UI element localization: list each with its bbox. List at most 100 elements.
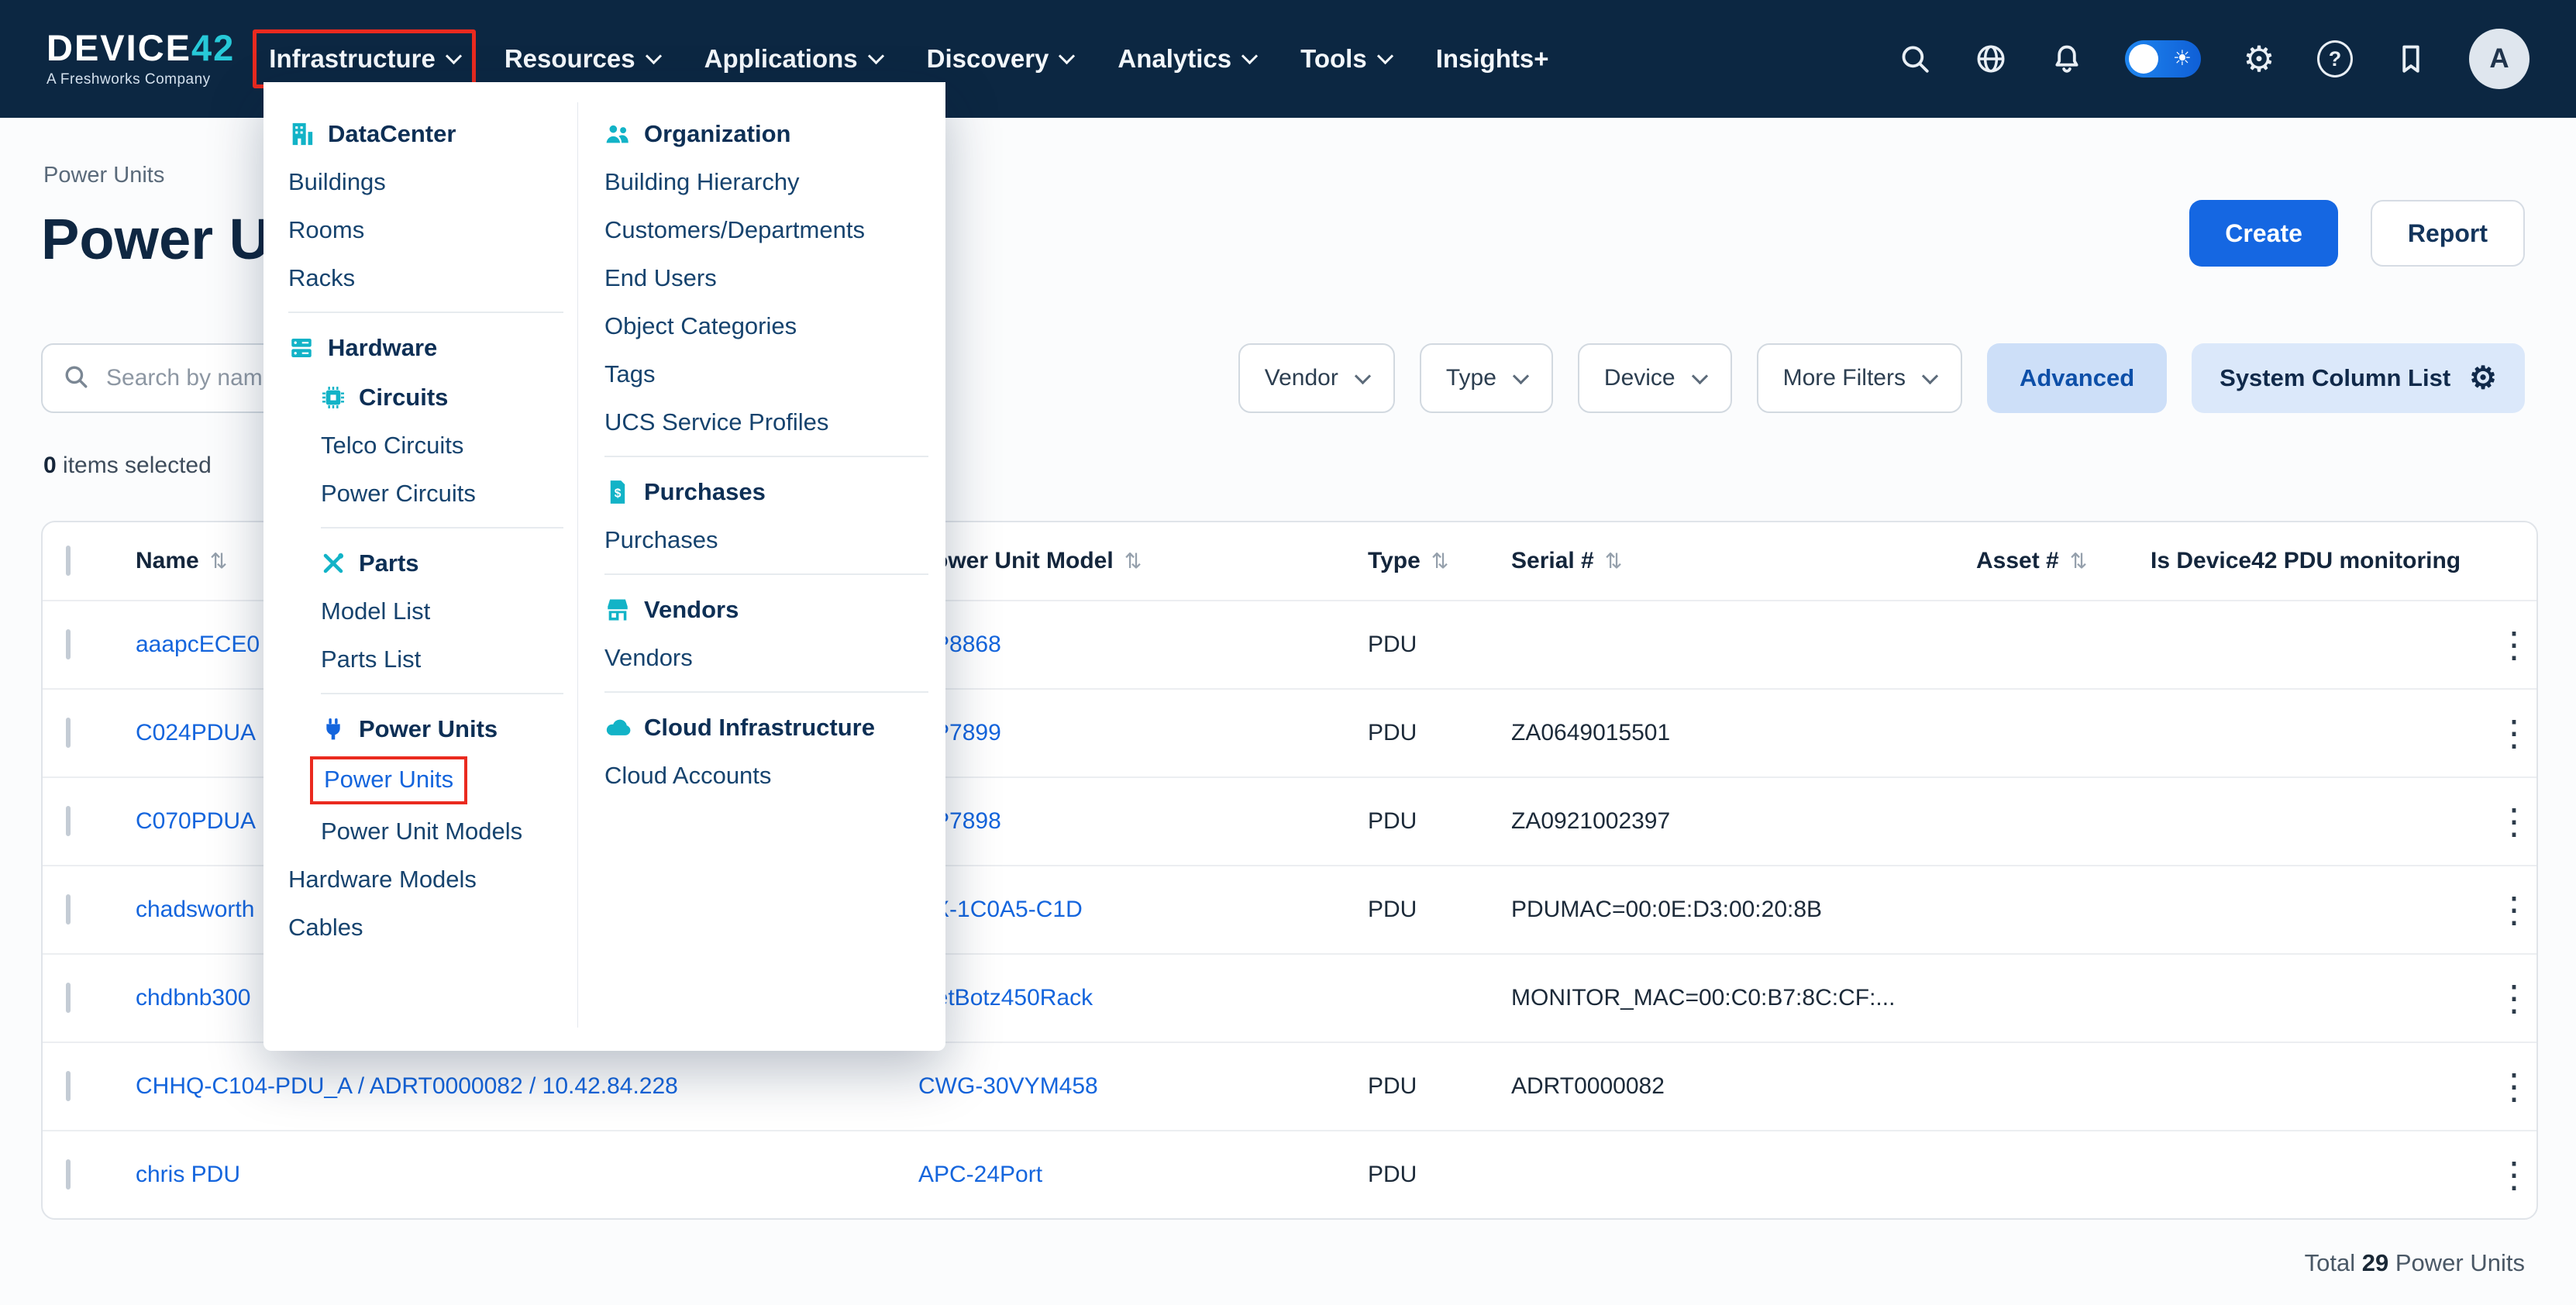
toggle-knob: [2129, 44, 2158, 74]
sort-icon[interactable]: ⇅: [1431, 549, 1449, 573]
menu-header-organization: Organization: [604, 108, 928, 158]
row-actions-kebab[interactable]: ⋮: [2496, 804, 2532, 839]
bookmark-icon[interactable]: [2393, 41, 2429, 77]
theme-toggle[interactable]: ☀: [2125, 40, 2201, 77]
nav-item-discovery[interactable]: Discovery: [927, 44, 1073, 74]
row-actions-kebab[interactable]: ⋮: [2496, 1157, 2532, 1193]
more-filters-select[interactable]: More Filters: [1757, 343, 1962, 413]
globe-icon[interactable]: [1973, 41, 2009, 77]
row-actions-kebab[interactable]: ⋮: [2496, 980, 2532, 1016]
row-checkbox[interactable]: [66, 629, 71, 659]
menu-item-purchases[interactable]: Purchases: [604, 516, 928, 564]
advanced-button[interactable]: Advanced: [1987, 343, 2167, 413]
sort-icon[interactable]: ⇅: [1124, 549, 1142, 573]
sort-icon[interactable]: ⇅: [2070, 549, 2088, 573]
select-all-checkbox[interactable]: [66, 546, 71, 576]
row-checkbox[interactable]: [66, 1071, 71, 1101]
vendor-filter-select[interactable]: Vendor: [1238, 343, 1395, 413]
menu-item-ucs-service-profiles[interactable]: UCS Service Profiles: [604, 398, 928, 446]
nav-item-tools[interactable]: Tools: [1300, 44, 1391, 74]
menu-item-model-list[interactable]: Model List: [321, 587, 563, 635]
serial-cell: ZA0649015501: [1511, 720, 1976, 746]
circuit-chip-icon: [321, 385, 346, 410]
sort-icon[interactable]: ⇅: [210, 549, 228, 573]
power-unit-model-link[interactable]: CWG-30VYM458: [918, 1073, 1098, 1099]
power-unit-name-link[interactable]: chris PDU: [136, 1162, 240, 1187]
menu-item-end-users[interactable]: End Users: [604, 254, 928, 302]
menu-item-power-unit-models[interactable]: Power Unit Models: [321, 807, 563, 856]
row-checkbox[interactable]: [66, 983, 71, 1013]
menu-header-purchases: $ Purchases: [604, 467, 928, 516]
menu-item-tags[interactable]: Tags: [604, 350, 928, 398]
menu-item-buildings[interactable]: Buildings: [288, 158, 563, 206]
chevron-down-icon: [1513, 367, 1529, 384]
power-unit-name-link[interactable]: chdbnb300: [136, 985, 250, 1011]
row-checkbox[interactable]: [66, 894, 71, 925]
help-icon[interactable]: ?: [2317, 41, 2353, 77]
column-header-power-unit-model[interactable]: Power Unit Model⇅: [918, 548, 1368, 574]
building-icon: [288, 121, 315, 147]
menu-divider: [604, 456, 928, 457]
row-actions-kebab[interactable]: ⋮: [2496, 892, 2532, 928]
column-header-serial[interactable]: Serial #⇅: [1511, 548, 1976, 574]
svg-text:$: $: [615, 487, 622, 500]
gear-icon: ⚙: [2469, 363, 2497, 394]
row-checkbox[interactable]: [66, 718, 71, 748]
menu-item-customers-departments[interactable]: Customers/Departments: [604, 206, 928, 254]
power-unit-name-link[interactable]: CHHQ-C104-PDU_A / ADRT0000082 / 10.42.84…: [136, 1073, 678, 1099]
power-unit-name-link[interactable]: aaapcECE0: [136, 632, 260, 657]
power-unit-name-link[interactable]: chadsworth: [136, 897, 254, 922]
search-icon[interactable]: [1897, 41, 1933, 77]
menu-header-hardware: Hardware: [288, 322, 563, 372]
power-unit-name-link[interactable]: C070PDUA: [136, 808, 256, 834]
nav-item-analytics[interactable]: Analytics: [1118, 44, 1255, 74]
device42-logo[interactable]: DEVICE42 A Freshworks Company: [46, 29, 235, 88]
nav-item-applications[interactable]: Applications: [704, 44, 882, 74]
menu-item-cables[interactable]: Cables: [288, 904, 563, 952]
notifications-bell-icon[interactable]: [2049, 41, 2085, 77]
power-unit-model-link[interactable]: APC-24Port: [918, 1162, 1042, 1187]
system-column-list-button[interactable]: System Column List ⚙: [2192, 343, 2525, 413]
menu-item-telco-circuits[interactable]: Telco Circuits: [321, 422, 563, 470]
row-checkbox[interactable]: [66, 806, 71, 836]
power-unit-name-link[interactable]: C024PDUA: [136, 720, 256, 745]
menu-item-hardware-models[interactable]: Hardware Models: [288, 856, 563, 904]
menu-item-parts-list[interactable]: Parts List: [321, 635, 563, 683]
menu-header-vendors: Vendors: [604, 584, 928, 634]
column-header-is-pdu-monitoring[interactable]: Is Device42 PDU monitoring: [2151, 548, 2492, 574]
menu-item-object-categories[interactable]: Object Categories: [604, 302, 928, 350]
type-filter-select[interactable]: Type: [1420, 343, 1553, 413]
report-button[interactable]: Report: [2371, 200, 2525, 267]
hardware-subsection: Circuits Telco Circuits Power Circuits P…: [288, 372, 563, 856]
power-plug-icon: [321, 717, 346, 742]
chevron-down-icon: [1377, 47, 1393, 64]
nav-item-infrastructure[interactable]: Infrastructure: [253, 29, 476, 88]
breadcrumb: Power Units: [43, 163, 164, 188]
menu-item-power-units[interactable]: Power Units: [324, 761, 453, 798]
purchase-doc-icon: $: [604, 479, 631, 505]
menu-item-power-circuits[interactable]: Power Circuits: [321, 470, 563, 518]
nav-item-resources[interactable]: Resources: [505, 44, 659, 74]
storefront-icon: [604, 597, 631, 623]
menu-item-cloud-accounts[interactable]: Cloud Accounts: [604, 752, 928, 800]
menu-header-parts: Parts: [321, 538, 563, 587]
menu-item-building-hierarchy[interactable]: Building Hierarchy: [604, 158, 928, 206]
menu-item-vendors[interactable]: Vendors: [604, 634, 928, 682]
column-header-asset[interactable]: Asset #⇅: [1976, 548, 2151, 574]
type-cell: PDU: [1368, 632, 1511, 658]
menu-item-rooms[interactable]: Rooms: [288, 206, 563, 254]
row-actions-kebab[interactable]: ⋮: [2496, 715, 2532, 751]
create-button[interactable]: Create: [2189, 200, 2338, 267]
column-header-type[interactable]: Type⇅: [1368, 548, 1511, 574]
sort-icon[interactable]: ⇅: [1605, 549, 1623, 573]
user-avatar[interactable]: A: [2469, 29, 2530, 89]
row-actions-kebab[interactable]: ⋮: [2496, 627, 2532, 663]
device-filter-select[interactable]: Device: [1578, 343, 1732, 413]
serial-cell: ZA0921002397: [1511, 808, 1976, 835]
settings-gear-icon[interactable]: ⚙: [2241, 41, 2277, 77]
row-actions-kebab[interactable]: ⋮: [2496, 1069, 2532, 1104]
nav-item-insights[interactable]: Insights+: [1436, 44, 1549, 74]
menu-item-racks[interactable]: Racks: [288, 254, 563, 302]
row-checkbox[interactable]: [66, 1159, 71, 1190]
nav-icon-bar: ☀ ⚙ ? A: [1897, 29, 2530, 89]
